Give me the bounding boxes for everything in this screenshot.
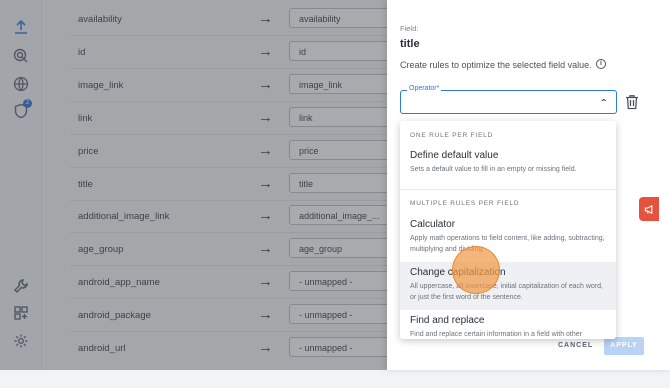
side-nav: 2 xyxy=(0,0,42,370)
source-field: image_link xyxy=(78,80,124,91)
apply-button[interactable]: APPLY xyxy=(604,337,644,355)
arrow-right-icon: → xyxy=(258,142,273,159)
chevron-up-icon: ⌄ xyxy=(599,97,610,107)
source-field: id xyxy=(78,47,86,58)
source-field: availability xyxy=(78,14,122,25)
mapping-row: title → title⌄ xyxy=(70,169,405,201)
arrow-right-icon: → xyxy=(258,306,273,323)
mapping-row: price → price⌄ xyxy=(70,136,405,168)
arrow-right-icon: → xyxy=(258,175,273,192)
arrow-right-icon: → xyxy=(258,109,273,126)
source-field: link xyxy=(78,113,93,124)
upload-icon[interactable] xyxy=(11,17,31,37)
source-field: additional_image_link xyxy=(78,211,170,222)
click-target-icon[interactable] xyxy=(11,46,31,66)
divider xyxy=(400,189,616,190)
mapping-row: availability → availability⌄ xyxy=(70,4,405,36)
mapping-row: android_app_name → - unmapped -⌄ xyxy=(70,267,405,299)
trash-icon[interactable] xyxy=(625,94,639,110)
operator-label: Operator* xyxy=(407,85,442,92)
group-header: MULTIPLE RULES PER FIELD xyxy=(410,200,520,207)
arrow-right-icon: → xyxy=(258,273,273,290)
source-field: android_url xyxy=(78,343,126,354)
settings-icon[interactable] xyxy=(11,331,31,351)
mapping-row: additional_image_link → additional_image… xyxy=(70,201,405,233)
pointer-highlight xyxy=(452,246,500,294)
mapping-row: image_link → image_link⌄ xyxy=(70,70,405,102)
arrow-right-icon: → xyxy=(258,207,273,224)
feedback-megaphone-icon[interactable] xyxy=(639,197,659,221)
operator-option-define-default[interactable]: Define default value Sets a default valu… xyxy=(400,145,616,189)
operator-option-change-capitalization[interactable]: Change capitalization All uppercase, all… xyxy=(400,262,616,310)
mapping-row: age_group → age_group⌄ xyxy=(70,234,405,266)
source-field: android_app_name xyxy=(78,277,160,288)
source-field: age_group xyxy=(78,244,124,255)
arrow-right-icon: → xyxy=(258,43,273,60)
source-field: price xyxy=(78,146,99,157)
wrench-icon[interactable] xyxy=(11,276,31,296)
operator-option-find-and-replace[interactable]: Find and replace Find and replace certai… xyxy=(400,310,616,339)
operator-select[interactable]: Operator* ⌄ xyxy=(400,85,617,114)
mapping-row: android_package → - unmapped -⌄ xyxy=(70,300,405,332)
arrow-right-icon: → xyxy=(258,240,273,257)
field-name: title xyxy=(400,38,420,50)
info-icon[interactable]: i xyxy=(596,59,606,69)
arrow-right-icon: → xyxy=(258,76,273,93)
notification-badge: 2 xyxy=(23,99,32,108)
field-caption: Field: xyxy=(400,24,419,33)
source-field: android_package xyxy=(78,310,151,321)
arrow-right-icon: → xyxy=(258,10,273,27)
mapping-row: link → link⌄ xyxy=(70,103,405,135)
panel-description: Create rules to optimize the selected fi… xyxy=(400,60,592,70)
group-header: ONE RULE PER FIELD xyxy=(410,132,494,139)
cancel-button[interactable]: CANCEL xyxy=(558,342,593,349)
shield-icon[interactable]: 2 xyxy=(11,99,32,121)
operator-dropdown-menu: ONE RULE PER FIELD Define default value … xyxy=(400,121,616,339)
mapping-row: android_url → - unmapped -⌄ xyxy=(70,333,405,365)
add-widget-icon[interactable] xyxy=(11,303,31,323)
operator-option-calculator[interactable]: Calculator Apply math operations to fiel… xyxy=(400,214,616,262)
globe-icon[interactable] xyxy=(11,74,31,94)
mapping-row: id → id⌄ xyxy=(70,37,405,69)
arrow-right-icon: → xyxy=(258,339,273,356)
source-field: title xyxy=(78,179,93,190)
field-mapping-list: availability → availability⌄ id → id⌄ im… xyxy=(42,0,405,370)
